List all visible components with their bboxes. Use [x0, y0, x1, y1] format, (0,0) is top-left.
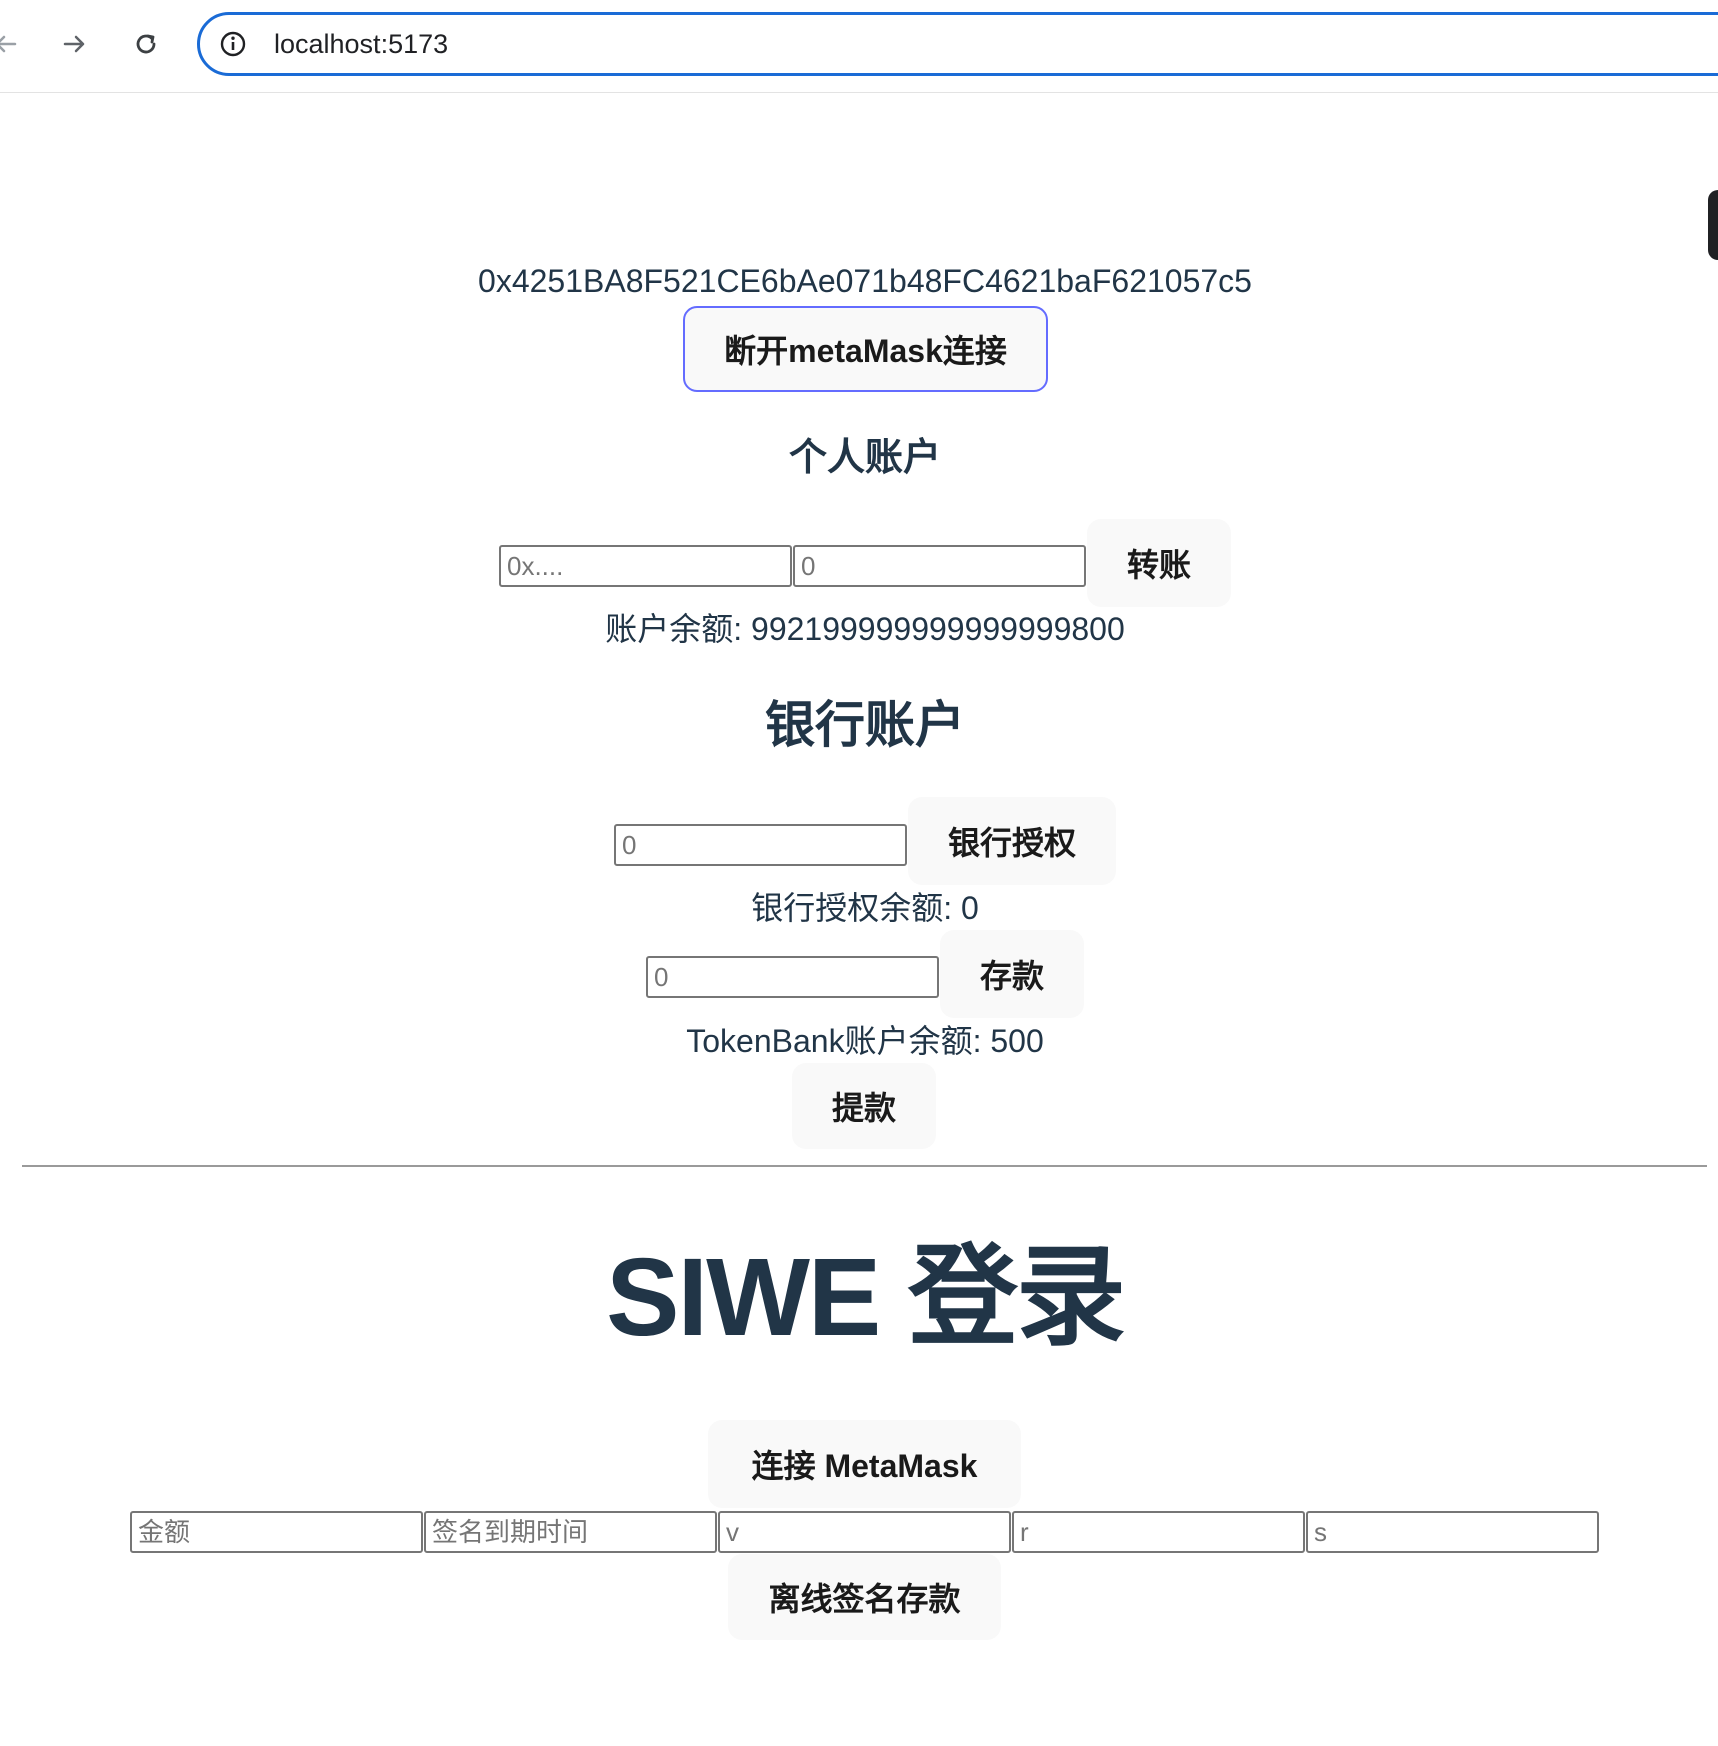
page-content: 0x4251BA8F521CE6bAe071b48FC4621baF621057… — [0, 93, 1718, 1746]
reload-icon[interactable] — [126, 24, 166, 64]
signature-v-input[interactable]: v — [718, 1511, 1011, 1553]
permit-deadline-input[interactable]: 签名到期时间 — [424, 1511, 717, 1553]
bank-allowance-text: 银行授权余额: 0 — [751, 890, 979, 926]
url-text: localhost:5173 — [274, 29, 449, 59]
transfer-to-input[interactable]: 0x.... — [499, 545, 792, 587]
permit-deposit-button[interactable]: 离线签名存款 — [728, 1554, 1001, 1640]
siwe-heading: SIWE 登录 — [606, 1236, 1126, 1359]
connect-metamask-button[interactable]: 连接 MetaMask — [708, 1420, 1021, 1508]
back-icon[interactable] — [0, 24, 26, 64]
bank-approve-button[interactable]: 银行授权 — [908, 797, 1116, 885]
address-bar[interactable]: localhost:5173 — [197, 12, 1718, 76]
transfer-button[interactable]: 转账 — [1087, 519, 1231, 607]
deposit-button[interactable]: 存款 — [940, 930, 1084, 1018]
personal-account-heading: 个人账户 — [788, 437, 941, 479]
account-balance-text: 账户余额: 992199999999999999800 — [605, 611, 1125, 647]
tokenbank-balance-text: TokenBank账户余额: 500 — [686, 1023, 1044, 1059]
withdraw-button[interactable]: 提款 — [792, 1063, 936, 1149]
signature-r-input[interactable]: r — [1012, 1511, 1305, 1553]
wallet-address: 0x4251BA8F521CE6bAe071b48FC4621baF621057… — [478, 263, 1252, 299]
site-info-icon[interactable] — [218, 29, 248, 59]
forward-icon[interactable] — [54, 24, 94, 64]
permit-amount-input[interactable]: 金额 — [130, 1511, 423, 1553]
section-divider — [22, 1165, 1707, 1167]
browser-toolbar: localhost:5173 — [0, 0, 1718, 93]
transfer-amount-input[interactable]: 0 — [793, 545, 1086, 587]
deposit-amount-input[interactable]: 0 — [646, 956, 939, 998]
approve-amount-input[interactable]: 0 — [614, 824, 907, 866]
signature-s-input[interactable]: s — [1306, 1511, 1599, 1553]
bank-account-heading: 银行账户 — [765, 697, 965, 753]
disconnect-metamask-button[interactable]: 断开metaMask连接 — [683, 306, 1048, 392]
